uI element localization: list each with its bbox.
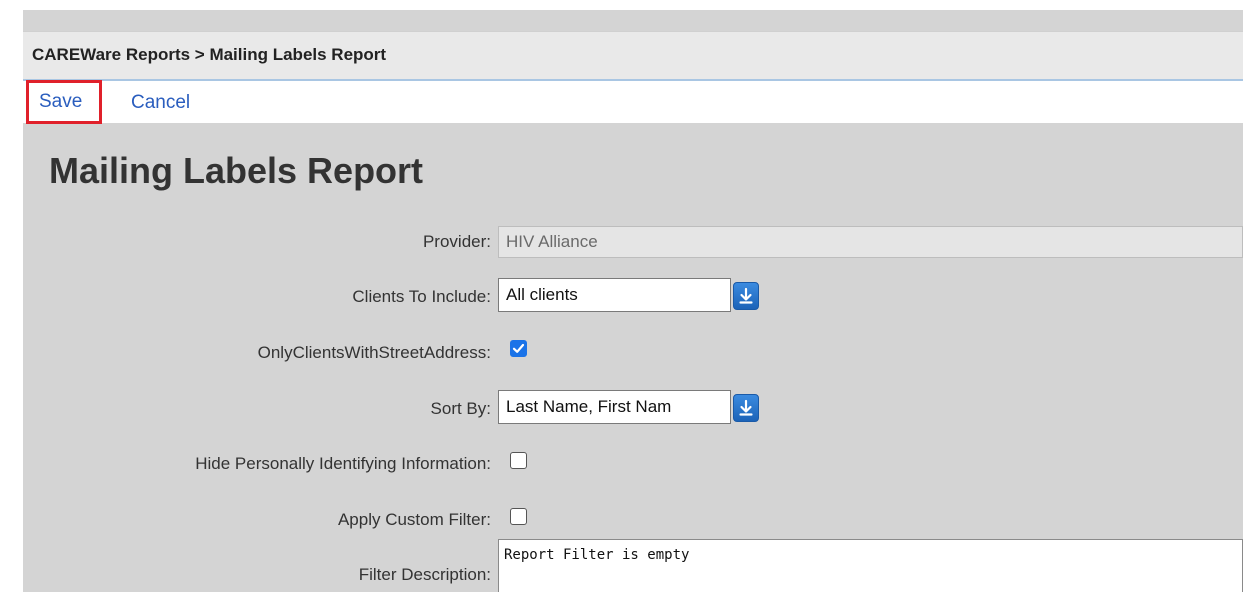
- sort-by-label: Sort By:: [430, 399, 491, 418]
- cancel-button[interactable]: Cancel: [131, 84, 190, 115]
- filter-description-textarea[interactable]: Report Filter is empty: [498, 539, 1243, 592]
- clients-to-include-select[interactable]: All clients: [498, 278, 731, 312]
- only-clients-with-street-address-label: OnlyClientsWithStreetAddress:: [257, 343, 491, 362]
- hide-pii-label: Hide Personally Identifying Information:: [195, 454, 491, 473]
- breadcrumb: CAREWare Reports > Mailing Labels Report: [32, 45, 387, 64]
- sort-by-select[interactable]: Last Name, First Nam: [498, 390, 731, 424]
- sort-by-dropdown-button[interactable]: [733, 394, 759, 422]
- provider-field: HIV Alliance: [498, 226, 1243, 258]
- arrow-down-to-line-icon: [739, 287, 753, 304]
- screen: CAREWare Reports > Mailing Labels Report…: [0, 0, 1243, 592]
- hide-pii-checkbox[interactable]: [510, 452, 527, 469]
- only-clients-with-street-address-checkbox[interactable]: [510, 340, 527, 357]
- toolbar: Save Cancel: [23, 80, 1243, 124]
- clients-to-include-label: Clients To Include:: [352, 287, 491, 306]
- breadcrumb-bar: CAREWare Reports > Mailing Labels Report: [23, 31, 1243, 81]
- page-title: Mailing Labels Report: [49, 150, 424, 191]
- provider-label: Provider:: [422, 232, 491, 251]
- save-button[interactable]: Save: [26, 80, 102, 124]
- arrow-down-to-line-icon: [739, 399, 753, 416]
- apply-custom-filter-label: Apply Custom Filter:: [337, 510, 491, 529]
- apply-custom-filter-checkbox[interactable]: [510, 508, 527, 525]
- filter-description-label: Filter Description:: [358, 565, 491, 584]
- clients-to-include-dropdown-button[interactable]: [733, 282, 759, 310]
- checkmark-icon: [512, 343, 525, 353]
- app-window: CAREWare Reports > Mailing Labels Report…: [23, 10, 1243, 592]
